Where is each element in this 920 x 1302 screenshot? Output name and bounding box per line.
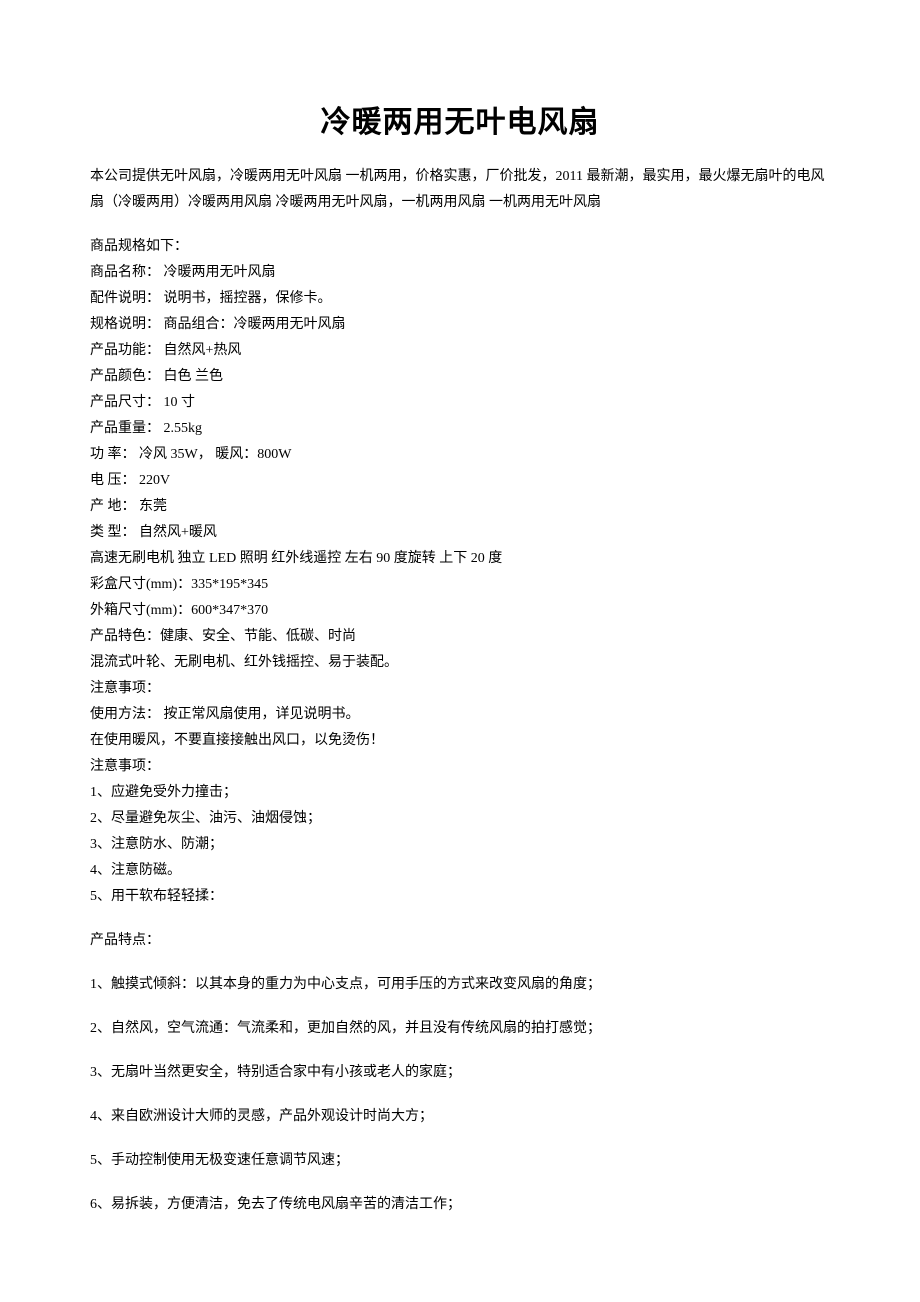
feature-line: 4、来自欧洲设计大师的灵感，产品外观设计时尚大方； bbox=[90, 1104, 830, 1130]
spec-line: 配件说明： 说明书，摇控器，保修卡。 bbox=[90, 286, 830, 312]
spec-line: 外箱尺寸(mm)：600*347*370 bbox=[90, 598, 830, 624]
spec-line: 类 型： 自然风+暖风 bbox=[90, 520, 830, 546]
spacer bbox=[90, 1042, 830, 1060]
spec-line: 产品颜色： 白色 兰色 bbox=[90, 364, 830, 390]
spec-line: 注意事项： bbox=[90, 676, 830, 702]
spec-line: 彩盒尺寸(mm)：335*195*345 bbox=[90, 572, 830, 598]
feature-line: 2、自然风，空气流通：气流柔和，更加自然的风，并且没有传统风扇的拍打感觉； bbox=[90, 1016, 830, 1042]
feature-line: 6、易拆装，方便清洁，免去了传统电风扇辛苦的清洁工作； bbox=[90, 1192, 830, 1218]
feature-list: 1、触摸式倾斜：以其本身的重力为中心支点，可用手压的方式来改变风扇的角度； 2、自… bbox=[90, 972, 830, 1218]
spacer bbox=[90, 1086, 830, 1104]
feature-line: 5、手动控制使用无极变速任意调节风速； bbox=[90, 1148, 830, 1174]
spec-line: 高速无刷电机 独立 LED 照明 红外线遥控 左右 90 度旋转 上下 20 度 bbox=[90, 546, 830, 572]
spec-line: 产 地： 东莞 bbox=[90, 494, 830, 520]
spec-line: 产品重量： 2.55kg bbox=[90, 416, 830, 442]
spec-line: 3、注意防水、防潮； bbox=[90, 832, 830, 858]
spec-line: 1、应避免受外力撞击； bbox=[90, 780, 830, 806]
spec-line: 5、用干软布轻轻揉： bbox=[90, 884, 830, 910]
spec-line: 产品特色：健康、安全、节能、低碳、时尚 bbox=[90, 624, 830, 650]
spec-line: 电 压： 220V bbox=[90, 468, 830, 494]
feature-line: 3、无扇叶当然更安全，特别适合家中有小孩或老人的家庭； bbox=[90, 1060, 830, 1086]
feature-line: 1、触摸式倾斜：以其本身的重力为中心支点，可用手压的方式来改变风扇的角度； bbox=[90, 972, 830, 998]
spec-line: 功 率： 冷风 35W， 暖风：800W bbox=[90, 442, 830, 468]
spec-line: 使用方法： 按正常风扇使用，详见说明书。 bbox=[90, 702, 830, 728]
spacer bbox=[90, 1130, 830, 1148]
intro-paragraph: 本公司提供无叶风扇，冷暖两用无叶风扇 一机两用，价格实惠，厂价批发，2011 最… bbox=[90, 164, 830, 216]
page-title: 冷暖两用无叶电风扇 bbox=[90, 110, 830, 136]
spec-line: 商品名称： 冷暖两用无叶风扇 bbox=[90, 260, 830, 286]
spec-line: 混流式叶轮、无刷电机、红外钱摇控、易于装配。 bbox=[90, 650, 830, 676]
spec-list: 商品名称： 冷暖两用无叶风扇配件说明： 说明书，摇控器，保修卡。规格说明： 商品… bbox=[90, 260, 830, 910]
spacer bbox=[90, 998, 830, 1016]
spec-line: 在使用暖风，不要直接接触出风口，以免烫伤！ bbox=[90, 728, 830, 754]
spec-line: 注意事项： bbox=[90, 754, 830, 780]
spacer bbox=[90, 1174, 830, 1192]
specs-header: 商品规格如下： bbox=[90, 234, 830, 260]
features-header: 产品特点： bbox=[90, 928, 830, 954]
spec-line: 产品功能： 自然风+热风 bbox=[90, 338, 830, 364]
spec-line: 2、尽量避免灰尘、油污、油烟侵蚀； bbox=[90, 806, 830, 832]
spec-line: 产品尺寸： 10 寸 bbox=[90, 390, 830, 416]
spec-line: 4、注意防磁。 bbox=[90, 858, 830, 884]
spec-line: 规格说明： 商品组合：冷暖两用无叶风扇 bbox=[90, 312, 830, 338]
